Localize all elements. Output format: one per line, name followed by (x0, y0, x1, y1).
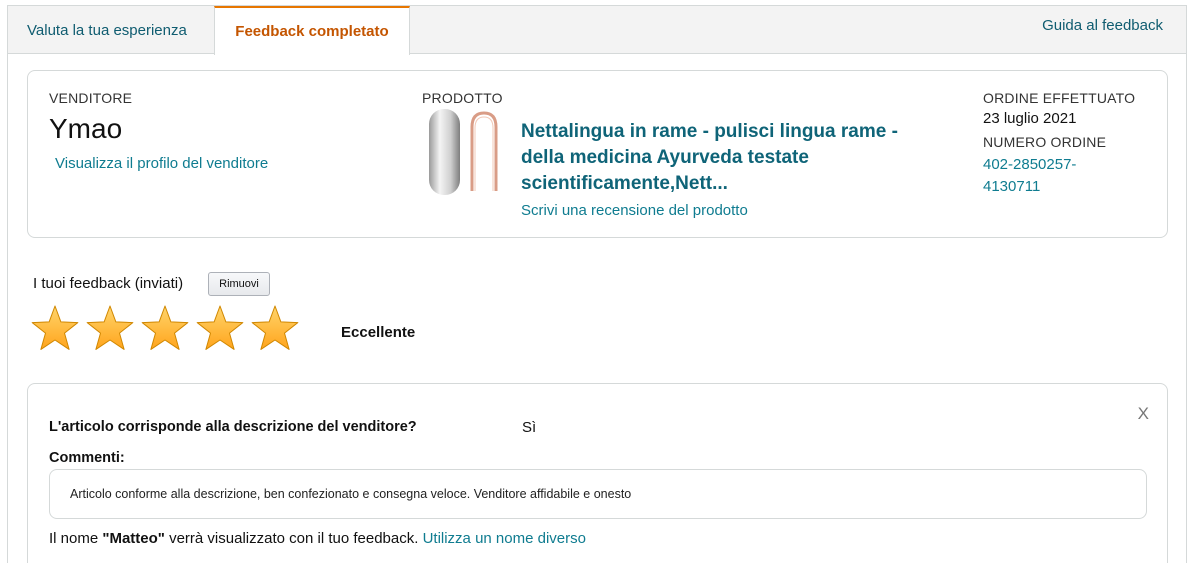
product-title-link[interactable]: Nettalingua in rame - pulisci lingua ram… (521, 119, 916, 197)
star-icon[interactable] (140, 304, 190, 354)
description-question: L'articolo corrisponde alla descrizione … (49, 419, 417, 435)
remove-feedback-button[interactable]: Rimuovi (208, 272, 270, 296)
feedback-sent-label: I tuoi feedback (inviati) (33, 275, 184, 292)
order-number-label: NUMERO ORDINE (983, 134, 1107, 150)
star-rating[interactable] (30, 304, 300, 358)
description-answer: Sì (522, 419, 537, 436)
order-date-label: ORDINE EFFETTUATO (983, 90, 1136, 106)
feedback-panel: Valuta la tua esperienza Feedback comple… (7, 5, 1187, 563)
order-number-link[interactable]: 402-2850257-4130711 (983, 154, 1113, 198)
rating-text: Eccellente (341, 324, 416, 341)
star-icon[interactable] (85, 304, 135, 354)
use-different-name-link[interactable]: Utilizza un nome diverso (423, 530, 586, 547)
tab-rate-experience[interactable]: Valuta la tua esperienza (27, 6, 187, 54)
name-note-prefix: Il nome (49, 530, 103, 547)
feedback-guide-link[interactable]: Guida al feedback (1042, 6, 1163, 54)
write-review-link[interactable]: Scrivi una recensione del prodotto (521, 202, 748, 219)
comments-label: Commenti: (49, 450, 125, 466)
star-icon[interactable] (250, 304, 300, 354)
display-name: "Matteo" (102, 530, 165, 547)
seller-label: VENDITORE (49, 90, 133, 106)
display-name-note: Il nome "Matteo" verrà visualizzato con … (49, 530, 586, 547)
star-icon[interactable] (195, 304, 245, 354)
product-image[interactable] (428, 107, 508, 199)
product-label: PRODOTTO (422, 90, 503, 106)
tab-bar: Valuta la tua esperienza Feedback comple… (8, 6, 1186, 55)
seller-name: Ymao (49, 113, 123, 144)
tab-feedback-completed[interactable]: Feedback completato (214, 6, 410, 55)
comment-text: Articolo conforme alla descrizione, ben … (49, 469, 1147, 519)
seller-profile-link[interactable]: Visualizza il profilo del venditore (55, 155, 268, 172)
close-icon[interactable]: X (1138, 404, 1149, 424)
star-icon[interactable] (30, 304, 80, 354)
order-date: 23 luglio 2021 (983, 110, 1077, 127)
order-summary-card: VENDITORE Ymao Visualizza il profilo del… (27, 70, 1168, 238)
feedback-details-card: X L'articolo corrisponde alla descrizion… (27, 383, 1168, 563)
name-note-suffix: verrà visualizzato con il tuo feedback. (164, 530, 423, 547)
